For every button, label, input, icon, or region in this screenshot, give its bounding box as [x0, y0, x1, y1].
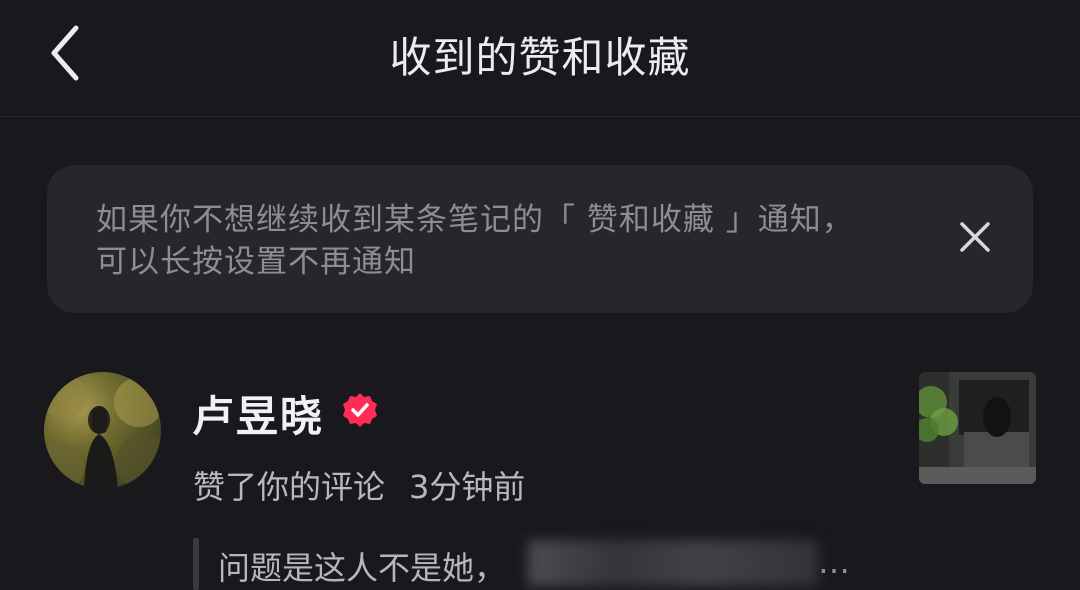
notice-banner[interactable]: 如果你不想继续收到某条笔记的「 赞和收藏 」通知， 可以长按设置不再通知 — [47, 165, 1033, 313]
timestamp: 3分钟前 — [409, 468, 526, 506]
notification-meta: 赞了你的评论 3分钟前 — [193, 462, 525, 508]
avatar-photo — [44, 375, 161, 489]
quote-bar — [193, 538, 199, 590]
notice-line-1: 如果你不想继续收到某条笔记的「 赞和收藏 」通知， — [96, 202, 854, 238]
page-title: 收到的赞和收藏 — [389, 33, 691, 82]
quote-ellipsis: … — [818, 543, 850, 581]
close-icon — [960, 222, 990, 252]
note-thumbnail[interactable] — [919, 372, 1036, 484]
username[interactable]: 卢昱晓 — [192, 383, 324, 444]
top-bar: 收到的赞和收藏 — [0, 0, 1080, 117]
blurred-comment-text — [528, 540, 818, 586]
notifications-screen: 收到的赞和收藏 如果你不想继续收到某条笔记的「 赞和收藏 」通知， 可以长按设置… — [0, 0, 1080, 590]
quoted-comment[interactable]: 问题是这人不是她， — [218, 543, 506, 589]
action-text: 赞了你的评论 — [193, 468, 386, 506]
notice-line-2: 可以长按设置不再通知 — [96, 244, 416, 280]
avatar[interactable] — [44, 372, 161, 489]
close-notice-button[interactable] — [947, 209, 1003, 265]
notice-text: 如果你不想继续收到某条笔记的「 赞和收藏 」通知， 可以长按设置不再通知 — [96, 199, 916, 283]
thumbnail-image — [919, 372, 1036, 484]
verified-check-icon — [342, 392, 378, 428]
